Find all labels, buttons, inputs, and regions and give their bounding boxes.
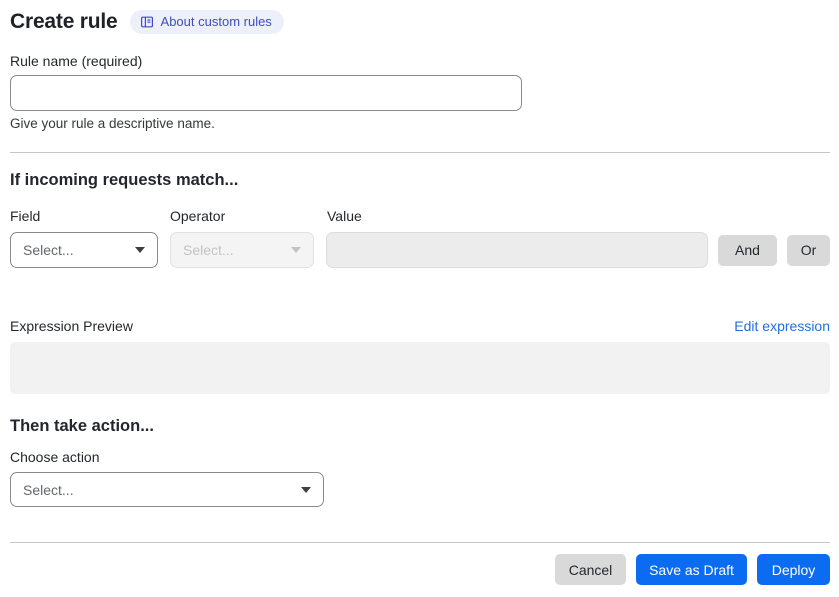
- value-input[interactable]: [326, 232, 708, 268]
- about-custom-rules-badge[interactable]: About custom rules: [129, 10, 284, 34]
- field-select[interactable]: Select...: [10, 232, 158, 268]
- value-label: Value: [327, 208, 362, 224]
- or-button[interactable]: Or: [787, 234, 830, 266]
- cancel-button[interactable]: Cancel: [555, 554, 626, 585]
- rule-name-helper: Give your rule a descriptive name.: [10, 116, 215, 131]
- expression-preview-row: Expression Preview Edit expression: [10, 318, 830, 334]
- save-as-draft-button[interactable]: Save as Draft: [636, 554, 747, 585]
- chevron-down-icon: [301, 486, 311, 493]
- divider: [10, 542, 830, 543]
- action-select-placeholder: Select...: [23, 481, 74, 498]
- operator-label: Operator: [170, 208, 226, 224]
- title-row: Create rule About custom rules: [10, 8, 830, 36]
- page-title: Create rule: [10, 10, 118, 33]
- book-icon: [140, 15, 154, 29]
- operator-select-placeholder: Select...: [183, 242, 234, 258]
- expression-preview-label: Expression Preview: [10, 318, 133, 334]
- chevron-down-icon: [135, 247, 145, 253]
- action-section-heading: Then take action...: [10, 417, 154, 435]
- footer-actions: Cancel Save as Draft Deploy: [10, 554, 830, 585]
- and-button[interactable]: And: [718, 234, 777, 266]
- operator-select[interactable]: Select...: [170, 232, 314, 268]
- choose-action-select[interactable]: Select...: [10, 472, 324, 507]
- edit-expression-link[interactable]: Edit expression: [734, 318, 830, 334]
- field-label: Field: [10, 208, 41, 224]
- deploy-button[interactable]: Deploy: [757, 554, 830, 585]
- chevron-down-icon: [291, 247, 301, 253]
- match-section-heading: If incoming requests match...: [10, 171, 239, 189]
- divider: [10, 152, 830, 153]
- condition-row: Select... Select... And Or: [10, 232, 830, 268]
- create-rule-form: Create rule About custom rules Rule name…: [0, 0, 839, 585]
- rule-name-label: Rule name (required): [10, 53, 143, 69]
- rule-name-input[interactable]: [10, 75, 522, 111]
- expression-preview-box: [10, 342, 830, 394]
- condition-labels: Field Operator Value: [10, 208, 830, 224]
- field-select-placeholder: Select...: [23, 242, 74, 258]
- choose-action-label: Choose action: [10, 449, 100, 465]
- about-badge-label: About custom rules: [160, 14, 272, 29]
